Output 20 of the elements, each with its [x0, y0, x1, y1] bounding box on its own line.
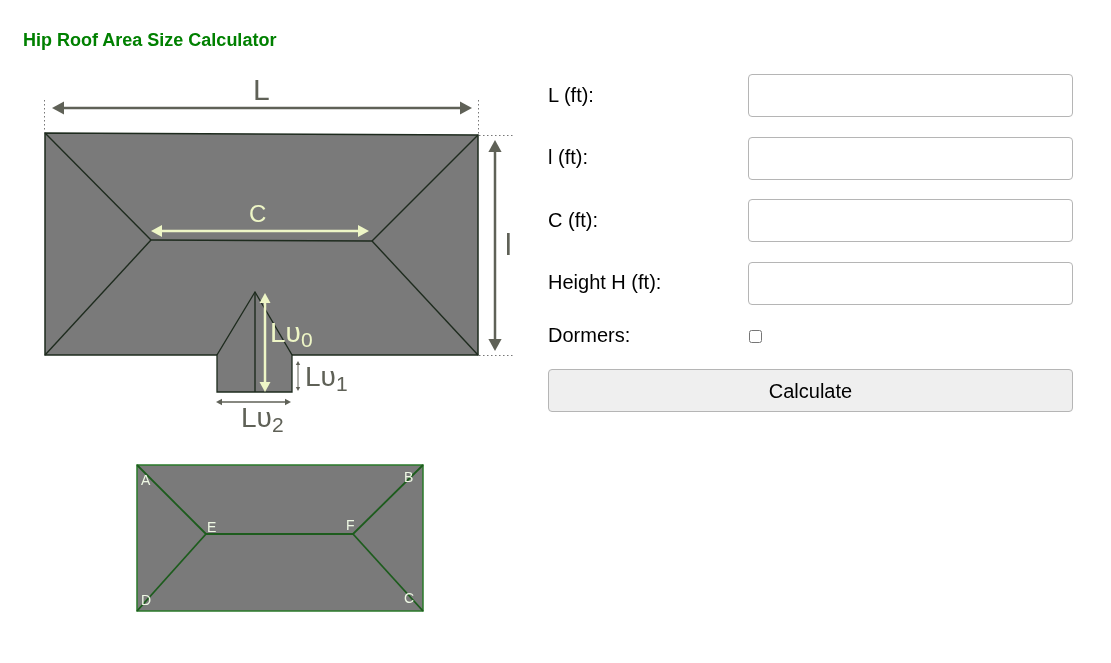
input-field[interactable] [748, 136, 1073, 180]
field-label: Height H (ft): [548, 271, 662, 293]
checkbox[interactable] [749, 329, 762, 343]
dimension-label: Lυ$_{1}$ [305, 363, 348, 391]
dimension-label: C [249, 202, 267, 226]
dimension-label: L [253, 75, 270, 105]
point-label: E [207, 520, 217, 534]
point-label: F [346, 518, 355, 532]
input-field[interactable] [748, 74, 1073, 117]
dimension-label: Lυ$_{2}$ [241, 404, 284, 432]
field-label: l (ft): [548, 146, 588, 168]
field-label: L (ft): [548, 83, 594, 106]
field-label: C (ft): [548, 208, 598, 231]
dimension-label: l [505, 230, 512, 260]
field-label: Dormers: [548, 324, 631, 346]
point-label: A [141, 473, 151, 487]
calculate-button[interactable]: Calculate [548, 369, 1073, 412]
page-title: Hip Roof Area Size Calculator [23, 29, 278, 51]
input-field[interactable] [748, 199, 1073, 242]
input-field[interactable] [748, 261, 1073, 305]
